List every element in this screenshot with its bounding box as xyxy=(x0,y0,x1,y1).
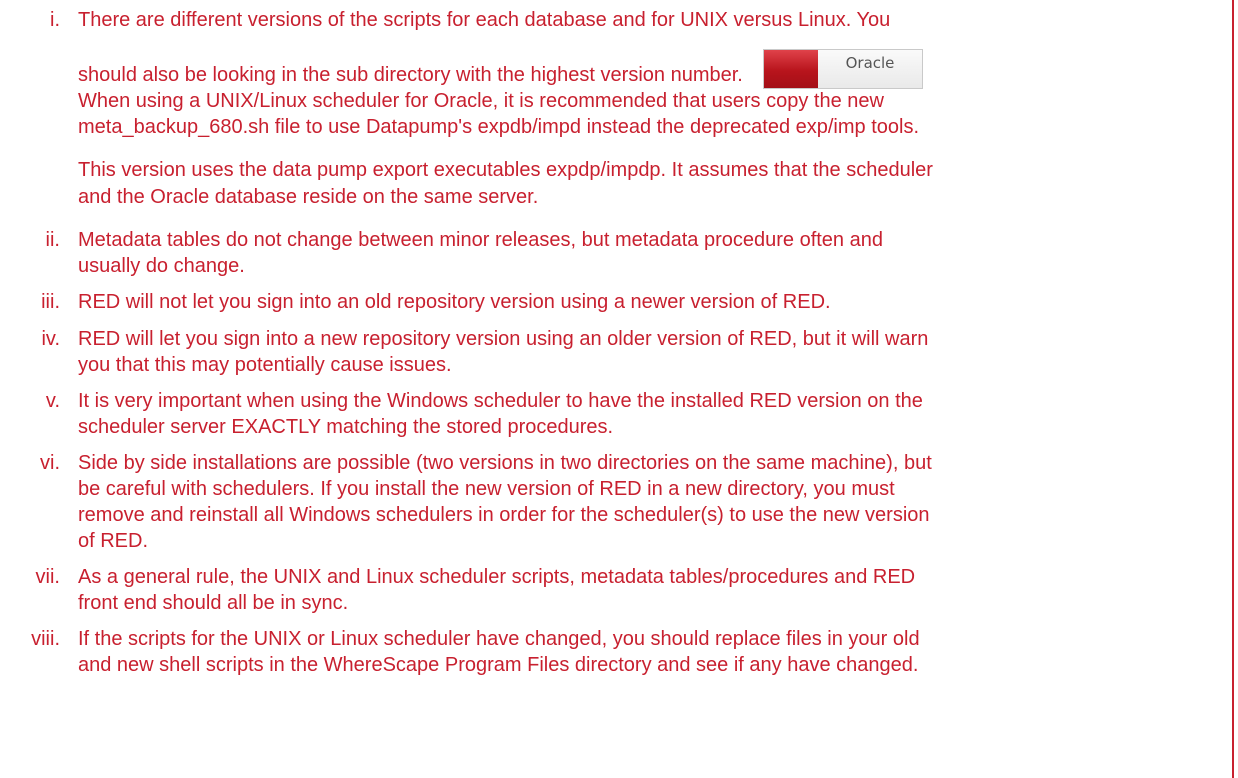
text-line: you that this may potentially cause issu… xyxy=(78,354,452,376)
list-marker: vi. xyxy=(40,452,60,474)
text-line: Side by side installations are possible … xyxy=(78,452,932,474)
text-line: RED will let you sign into a new reposit… xyxy=(78,328,929,350)
text-line: RED will not let you sign into an old re… xyxy=(78,291,831,313)
list-marker: viii. xyxy=(31,628,60,650)
text-line: Metadata tables do not change between mi… xyxy=(78,229,883,251)
text-line: There are different versions of the scri… xyxy=(78,9,891,31)
text-line: meta_backup_680.sh file to use Datapump'… xyxy=(78,116,920,138)
text-line: usually do change. xyxy=(78,255,245,277)
list-marker: iv. xyxy=(41,328,60,350)
list-marker: iii. xyxy=(41,291,60,313)
oracle-tab-label: Oracle xyxy=(818,50,922,88)
text-line: If the scripts for the UNIX or Linux sch… xyxy=(78,628,920,650)
text-line: As a general rule, the UNIX and Linux sc… xyxy=(78,566,916,588)
text-line: It is very important when using the Wind… xyxy=(78,390,923,412)
list-marker: i. xyxy=(50,9,60,31)
text-line: be careful with schedulers. If you insta… xyxy=(78,478,895,500)
text-line: This version uses the data pump export e… xyxy=(78,159,933,181)
text-line: front end should all be in sync. xyxy=(78,592,349,614)
list-marker: v. xyxy=(45,390,60,412)
page-border xyxy=(1232,0,1234,778)
list-marker: ii. xyxy=(45,229,60,251)
text-line: and new shell scripts in the WhereScape … xyxy=(78,654,919,676)
text-line: scheduler server EXACTLY matching the st… xyxy=(78,416,614,438)
list-marker: vii. xyxy=(35,566,60,588)
document-page: i. There are different versions of the s… xyxy=(0,0,1238,778)
text-line: should also be looking in the sub direct… xyxy=(78,64,743,86)
text-line: When using a UNIX/Linux scheduler for Or… xyxy=(78,90,884,112)
oracle-tab-image: Oracle xyxy=(763,49,923,89)
oracle-red-swatch xyxy=(764,50,818,88)
text-line: and the Oracle database reside on the sa… xyxy=(78,186,539,208)
text-line: remove and reinstall all Windows schedul… xyxy=(78,504,930,526)
text-line: of RED. xyxy=(78,530,149,552)
